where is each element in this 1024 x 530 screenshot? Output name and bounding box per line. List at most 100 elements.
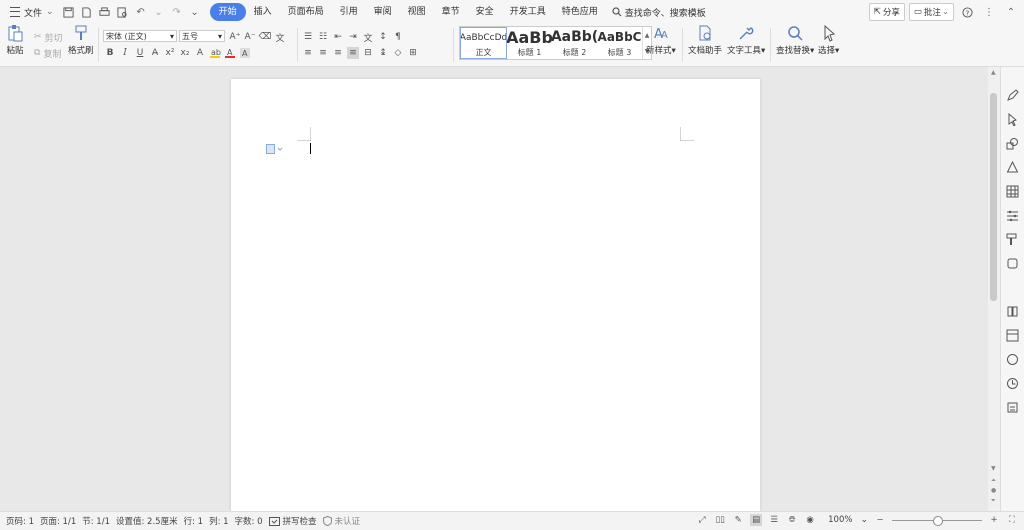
history-icon[interactable] xyxy=(1006,377,1019,390)
clear-format-icon[interactable]: ⌫ xyxy=(259,31,272,43)
chinese-layout-icon[interactable]: 文 xyxy=(362,31,374,44)
scroll-up-icon[interactable]: ▲ xyxy=(991,69,996,76)
numbered-list-icon[interactable]: ☷ xyxy=(317,31,329,43)
borders-icon[interactable]: ⊞ xyxy=(407,47,419,59)
shrink-font-icon[interactable]: A⁻ xyxy=(244,31,256,43)
web-layout-icon[interactable]: 🌐︎ xyxy=(786,514,798,526)
status-word-count[interactable]: 字数: 0 xyxy=(235,515,263,527)
shading-icon[interactable]: ◇ xyxy=(392,47,404,59)
share-button[interactable]: ⇱ 分享 xyxy=(868,3,905,21)
properties-icon[interactable] xyxy=(1006,209,1019,222)
grow-font-icon[interactable]: A⁺ xyxy=(229,31,241,43)
align-left-icon[interactable]: ≡ xyxy=(302,47,314,59)
bold-button[interactable]: B xyxy=(104,47,116,59)
status-column[interactable]: 列: 1 xyxy=(209,515,228,527)
fit-page-icon[interactable]: ⛶ xyxy=(1006,514,1018,526)
status-row[interactable]: 行: 1 xyxy=(184,515,203,527)
print-preview-icon[interactable] xyxy=(116,5,130,19)
bullet-list-icon[interactable]: ☰ xyxy=(302,31,314,43)
eye-protection-icon[interactable]: ◉ xyxy=(804,514,816,526)
edit-pen-icon[interactable]: ✎ xyxy=(732,514,744,526)
style-heading-3[interactable]: AaBbC 标题 3 xyxy=(597,27,642,59)
spell-check-button[interactable]: 拼写检查 xyxy=(268,515,317,527)
document-page[interactable] xyxy=(231,79,760,511)
collapse-ribbon-icon[interactable]: ⌃ xyxy=(1004,5,1018,19)
status-page-number[interactable]: 页码: 1 xyxy=(6,515,34,527)
help-icon[interactable]: ? xyxy=(960,5,974,19)
status-section[interactable]: 节: 1/1 xyxy=(82,515,110,527)
decrease-indent-icon[interactable]: ⇤ xyxy=(332,31,344,43)
tab-insert[interactable]: 插入 xyxy=(246,3,280,21)
undo-icon[interactable]: ↶ xyxy=(134,5,148,19)
next-page-icon[interactable]: ⏷ xyxy=(991,497,996,505)
previous-page-icon[interactable]: ⏶ xyxy=(991,477,996,485)
copy-button[interactable]: ⧉ 复制 xyxy=(34,46,61,60)
subscript-icon[interactable]: x₂ xyxy=(179,47,191,59)
layout-icon[interactable] xyxy=(1006,329,1019,342)
scroll-down-icon[interactable]: ▼ xyxy=(991,465,996,472)
select-button[interactable]: 选择▾ xyxy=(818,24,839,56)
phonetic-guide-icon[interactable]: 文 xyxy=(274,31,286,44)
settings-icon[interactable] xyxy=(1006,401,1019,414)
command-search[interactable]: 查找命令、搜索模板 xyxy=(612,6,706,19)
tab-page-layout[interactable]: 页面布局 xyxy=(280,3,332,21)
text-tools-button[interactable]: 文字工具▾ xyxy=(727,24,765,56)
line-spacing-icon[interactable]: ↨ xyxy=(377,47,389,59)
format-paint-icon[interactable] xyxy=(1006,233,1019,246)
highlight-icon[interactable]: ab xyxy=(209,47,221,59)
align-center-icon[interactable]: ≡ xyxy=(317,47,329,59)
show-marks-icon[interactable]: ¶ xyxy=(392,31,404,43)
library-icon[interactable] xyxy=(1006,305,1019,318)
page-view-icon[interactable]: ▤ xyxy=(750,514,763,526)
help-circle-icon[interactable] xyxy=(1006,353,1019,366)
tab-chapter[interactable]: 章节 xyxy=(434,3,468,21)
tab-developer[interactable]: 开发工具 xyxy=(502,3,554,21)
fullscreen-icon[interactable]: ⤢ xyxy=(696,514,708,526)
increase-indent-icon[interactable]: ⇥ xyxy=(347,31,359,43)
style-heading-1[interactable]: AaBb 标题 1 xyxy=(507,27,552,59)
status-pages[interactable]: 页面: 1/1 xyxy=(40,515,76,527)
shape-style-icon[interactable] xyxy=(1006,161,1019,174)
character-shading-icon[interactable]: A xyxy=(239,47,251,59)
distributed-icon[interactable]: ⊟ xyxy=(362,47,374,59)
tab-special-apps[interactable]: 特色应用 xyxy=(554,3,606,21)
more-options-icon[interactable]: ⋮ xyxy=(982,5,996,19)
tab-view[interactable]: 视图 xyxy=(400,3,434,21)
new-style-button[interactable]: AA 新样式▾ xyxy=(646,24,676,56)
browse-object-icon[interactable]: ● xyxy=(991,487,996,494)
tab-review[interactable]: 审阅 xyxy=(366,3,400,21)
paste-options-icon[interactable] xyxy=(266,144,284,154)
tab-security[interactable]: 安全 xyxy=(468,3,502,21)
zoom-out-icon[interactable]: − xyxy=(874,514,886,526)
backup-icon[interactable] xyxy=(1006,257,1019,270)
save-icon[interactable] xyxy=(62,5,76,19)
comment-button[interactable]: ▭ 批注 ⌄ xyxy=(908,3,954,21)
file-menu[interactable]: 文件 ⌄ xyxy=(0,0,60,24)
font-size-select[interactable]: 五号 ▾ xyxy=(179,30,225,42)
zoom-slider-thumb[interactable] xyxy=(933,516,943,526)
cut-button[interactable]: ✂ 剪切 xyxy=(34,30,63,44)
vertical-scrollbar[interactable]: ▲ ▼ ⏶ ● ⏷ xyxy=(988,67,1000,511)
status-set-value[interactable]: 设置值: 2.5厘米 xyxy=(116,515,178,527)
italic-button[interactable]: I xyxy=(119,47,131,59)
font-color-icon[interactable]: A xyxy=(224,47,236,59)
redo-icon[interactable]: ↷ xyxy=(170,5,184,19)
select-pointer-icon[interactable] xyxy=(1006,113,1019,126)
text-effects-icon[interactable]: A xyxy=(194,47,206,59)
strikethrough-icon[interactable]: A̶ xyxy=(149,47,161,59)
tab-home[interactable]: 开始 xyxy=(209,3,246,21)
doc-helper-button[interactable]: 文档助手 xyxy=(688,24,722,56)
align-right-icon[interactable]: ≡ xyxy=(332,47,344,59)
sort-icon[interactable]: ↕ xyxy=(377,31,389,43)
tab-references[interactable]: 引用 xyxy=(332,3,366,21)
zoom-slider[interactable] xyxy=(892,515,982,526)
print-icon[interactable] xyxy=(98,5,112,19)
export-pdf-icon[interactable] xyxy=(80,5,94,19)
find-replace-button[interactable]: 查找替换▾ xyxy=(776,24,814,56)
zoom-level[interactable]: 100% xyxy=(828,515,852,525)
verification-status[interactable]: 未认证 xyxy=(322,515,360,527)
scrollbar-thumb[interactable] xyxy=(990,93,997,301)
outline-view-icon[interactable]: ☰ xyxy=(768,514,780,526)
paste-button[interactable]: 粘贴 xyxy=(6,24,24,56)
shapes-icon[interactable] xyxy=(1006,137,1019,150)
